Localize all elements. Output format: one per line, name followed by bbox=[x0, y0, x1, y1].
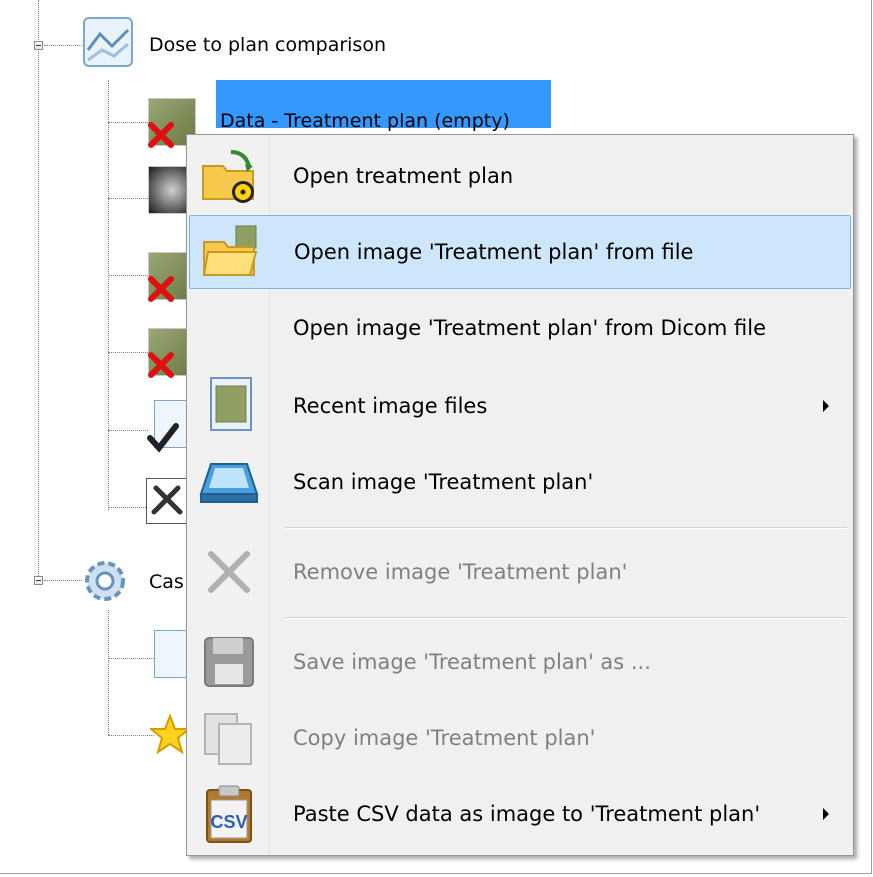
menu-separator bbox=[285, 527, 847, 529]
svg-text:CSV: CSV bbox=[210, 812, 247, 832]
submenu-arrow-icon bbox=[823, 400, 829, 412]
menu-item-recent-image-files[interactable]: Recent image files bbox=[189, 369, 851, 443]
collapse-toggle[interactable] bbox=[34, 41, 43, 50]
error-x-icon bbox=[148, 276, 174, 302]
menu-item-label: Recent image files bbox=[293, 394, 488, 418]
open-folder-icon bbox=[202, 225, 258, 276]
tree-line bbox=[108, 430, 148, 431]
folder-radiation-icon bbox=[202, 150, 254, 203]
menu-item-open-image-from-file[interactable]: Open image 'Treatment plan' from file bbox=[189, 215, 851, 289]
menu-item-scan-image[interactable]: Scan image 'Treatment plan' bbox=[189, 445, 851, 519]
selected-item-label: Data - Treatment plan (empty) bbox=[220, 110, 510, 132]
collapse-toggle[interactable] bbox=[34, 576, 43, 585]
tree-line bbox=[108, 735, 154, 736]
chart-document-icon[interactable] bbox=[82, 16, 134, 68]
floppy-disk-icon bbox=[204, 637, 254, 687]
gear-icon[interactable] bbox=[80, 556, 130, 606]
tree-line bbox=[44, 45, 82, 46]
image-file-icon bbox=[210, 377, 252, 431]
tree-node-dose-to-plan[interactable]: Dose to plan comparison bbox=[149, 34, 386, 56]
menu-item-paste-csv[interactable]: CSV Paste CSV data as image to 'Treatmen… bbox=[189, 777, 851, 851]
tree-line bbox=[108, 610, 109, 735]
csv-paste-icon: CSV bbox=[206, 785, 252, 843]
tree-line bbox=[108, 80, 109, 510]
tree-node-selected[interactable]: Data - Treatment plan (empty) bbox=[216, 80, 551, 132]
menu-item-label: Remove image 'Treatment plan' bbox=[293, 560, 628, 584]
tree-node-case[interactable]: Cas bbox=[149, 571, 184, 593]
tree-line bbox=[108, 507, 148, 508]
error-x-icon bbox=[148, 122, 174, 148]
menu-item-label: Open image 'Treatment plan' from Dicom f… bbox=[293, 316, 767, 340]
tree-line bbox=[108, 658, 154, 659]
tree-line bbox=[38, 0, 39, 580]
tree-line bbox=[108, 352, 148, 353]
menu-item-label: Save image 'Treatment plan' as ... bbox=[293, 650, 651, 674]
menu-item-remove-image[interactable]: Remove image 'Treatment plan' bbox=[189, 535, 851, 609]
menu-item-label: Open image 'Treatment plan' from file bbox=[294, 240, 694, 264]
copy-icon bbox=[204, 713, 252, 765]
menu-separator bbox=[285, 617, 847, 619]
menu-item-label: Scan image 'Treatment plan' bbox=[293, 470, 594, 494]
menu-item-label: Paste CSV data as image to 'Treatment pl… bbox=[293, 802, 761, 826]
tree-line bbox=[108, 198, 148, 199]
checkmark-icon bbox=[147, 423, 179, 453]
tools-icon bbox=[151, 485, 183, 515]
remove-icon bbox=[208, 551, 250, 593]
menu-item-label: Copy image 'Treatment plan' bbox=[293, 726, 596, 750]
menu-item-label: Open treatment plan bbox=[293, 164, 514, 188]
scanner-icon bbox=[199, 463, 259, 503]
tree-line bbox=[108, 275, 148, 276]
error-x-icon bbox=[148, 352, 174, 378]
star-icon[interactable] bbox=[150, 714, 190, 758]
tree-line bbox=[44, 580, 82, 581]
menu-item-copy-image[interactable]: Copy image 'Treatment plan' bbox=[189, 701, 851, 775]
tree-line bbox=[108, 122, 148, 123]
submenu-arrow-icon bbox=[823, 808, 829, 820]
menu-item-open-treatment-plan[interactable]: Open treatment plan bbox=[189, 139, 851, 213]
menu-item-save-image-as[interactable]: Save image 'Treatment plan' as ... bbox=[189, 625, 851, 699]
context-menu: Open treatment plan Open image 'Treatmen… bbox=[186, 134, 854, 856]
menu-item-open-image-from-dicom[interactable]: Open image 'Treatment plan' from Dicom f… bbox=[189, 291, 851, 365]
